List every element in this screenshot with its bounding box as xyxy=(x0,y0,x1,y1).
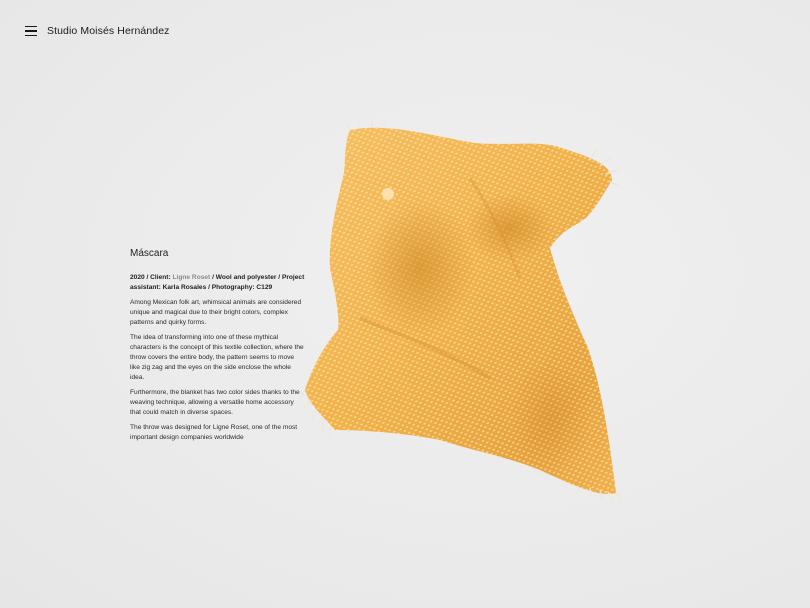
project-meta: 2020 / Client: Ligne Roset / Wool and po… xyxy=(130,273,305,293)
description-paragraph-3: Furthermore, the blanket has two color s… xyxy=(130,389,300,416)
project-page: Studio Moisés Hernández Máscara 2020 / C… xyxy=(0,0,810,608)
description-paragraph-4: The throw was designed for Ligne Roset, … xyxy=(130,424,298,441)
project-description: Máscara 2020 / Client: Ligne Roset / Woo… xyxy=(130,248,305,448)
client-link[interactable]: Ligne Roset xyxy=(173,274,211,281)
project-title: Máscara xyxy=(130,248,169,259)
description-paragraph-1: Among Mexican folk art, whimsical animal… xyxy=(130,299,302,326)
blanket-illustration xyxy=(299,117,623,503)
product-image xyxy=(299,117,630,508)
eye-detail xyxy=(382,188,394,200)
site-header: Studio Moisés Hernández xyxy=(25,25,170,37)
site-title[interactable]: Studio Moisés Hernández xyxy=(47,25,170,37)
description-paragraph-2: The idea of transforming into one of the… xyxy=(130,334,304,381)
project-meta-prefix: 2020 / Client: xyxy=(130,274,173,281)
hamburger-menu-icon[interactable] xyxy=(25,26,37,36)
